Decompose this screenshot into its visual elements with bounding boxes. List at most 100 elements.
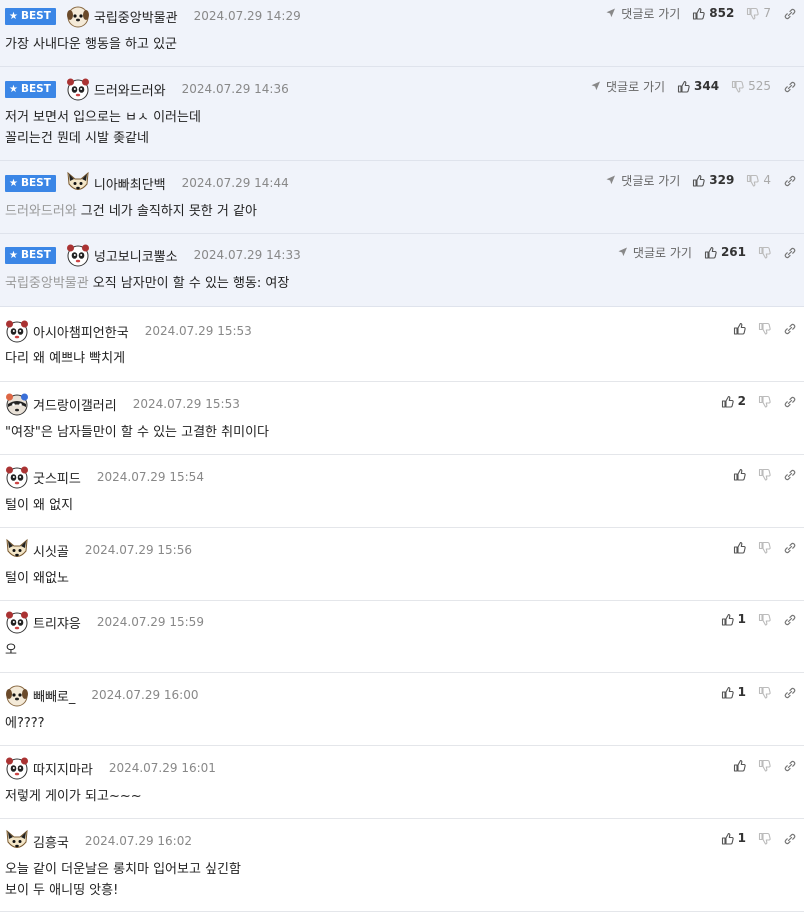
dislike-button[interactable] bbox=[758, 686, 771, 699]
thumbs-up-glyph bbox=[677, 80, 690, 93]
dislike-button[interactable]: 7 bbox=[746, 6, 771, 20]
author-nickname[interactable]: 트리쟈응 bbox=[33, 613, 81, 632]
copy-link-icon[interactable] bbox=[783, 246, 796, 259]
panda-face-avatar[interactable] bbox=[5, 756, 29, 780]
comment-item: ★ BEST 드러와드러와 2024.07.29 14:36 댓글로 가기 344 525 저… bbox=[0, 67, 804, 161]
comment-body: 오늘 같이 더운날은 롱치마 입어보고 싶긴함 보이 두 애니띵 앗흥! bbox=[5, 859, 794, 901]
copy-link-icon[interactable] bbox=[783, 395, 796, 408]
copy-link-icon[interactable] bbox=[783, 468, 796, 481]
author-nickname[interactable]: 넝고보니코뿔소 bbox=[94, 246, 178, 265]
like-button[interactable]: 1 bbox=[721, 685, 746, 699]
like-button[interactable]: 2 bbox=[721, 394, 746, 408]
fox-face-avatar[interactable] bbox=[5, 538, 29, 562]
dog-face-avatar[interactable] bbox=[66, 4, 90, 28]
dislike-button[interactable] bbox=[758, 322, 771, 335]
like-button[interactable] bbox=[733, 759, 746, 772]
panda-face-avatar[interactable] bbox=[5, 610, 29, 634]
copy-link-icon[interactable] bbox=[783, 541, 796, 554]
copy-link-icon[interactable] bbox=[783, 80, 796, 93]
comment-header: ★ BEST 니아빠최단백 2024.07.29 14:44 bbox=[5, 171, 289, 195]
thumbs-down-icon bbox=[758, 541, 771, 554]
dislike-button[interactable] bbox=[758, 246, 771, 259]
thumbs-down-glyph bbox=[747, 7, 760, 20]
comment-actions bbox=[733, 463, 796, 485]
panda-face-avatar-image bbox=[6, 320, 28, 343]
like-button[interactable]: 852 bbox=[692, 6, 734, 20]
dislike-button[interactable] bbox=[758, 832, 771, 845]
thumbs-up-icon bbox=[692, 7, 705, 20]
thumbs-up-glyph bbox=[721, 395, 734, 408]
panda-face-avatar[interactable] bbox=[66, 77, 90, 101]
goto-comment-link[interactable]: 댓글로 가기 bbox=[617, 244, 692, 261]
dog-face-avatar[interactable] bbox=[5, 683, 29, 707]
like-button[interactable]: 261 bbox=[704, 245, 746, 259]
comment-header: 겨드랑이갤러리 2024.07.29 15:53 bbox=[5, 392, 240, 416]
goto-comment-link[interactable]: 댓글로 가기 bbox=[590, 78, 665, 95]
comment-text: 다리 왜 예쁘냐 빡치게 bbox=[5, 351, 126, 366]
best-badge: ★ BEST bbox=[5, 174, 56, 192]
author-nickname[interactable]: 니아빠최단백 bbox=[94, 174, 166, 193]
mention-tag[interactable]: 드러와드러와 bbox=[5, 204, 77, 219]
mention-tag[interactable]: 국립중앙박물관 bbox=[5, 276, 89, 291]
best-badge-label: BEST bbox=[20, 83, 51, 95]
copy-link-icon[interactable] bbox=[783, 832, 796, 845]
author-nickname[interactable]: 굿스피드 bbox=[33, 468, 81, 487]
dislike-button[interactable]: 4 bbox=[746, 173, 771, 187]
panda-face-avatar[interactable] bbox=[66, 243, 90, 267]
dislike-button[interactable] bbox=[758, 759, 771, 772]
dislike-button[interactable] bbox=[758, 468, 771, 481]
copy-link-icon[interactable] bbox=[783, 322, 796, 335]
thumbs-down-icon bbox=[758, 686, 771, 699]
like-count: 2 bbox=[737, 394, 746, 408]
comment-date: 2024.07.29 15:54 bbox=[96, 470, 204, 484]
copy-link-icon[interactable] bbox=[783, 759, 796, 772]
like-button[interactable]: 1 bbox=[721, 831, 746, 845]
author-nickname[interactable]: 김흥국 bbox=[33, 832, 69, 851]
goto-comment-label: 댓글로 가기 bbox=[632, 245, 692, 260]
dislike-button[interactable] bbox=[758, 613, 771, 626]
author-nickname[interactable]: 드러와드러와 bbox=[94, 80, 166, 99]
dislike-button[interactable] bbox=[758, 541, 771, 554]
fox-face-avatar[interactable] bbox=[66, 171, 90, 195]
copy-link-icon[interactable] bbox=[783, 174, 796, 187]
copy-link-icon[interactable] bbox=[783, 7, 796, 20]
dislike-button[interactable]: 525 bbox=[731, 79, 771, 93]
goto-comment-link[interactable]: 댓글로 가기 bbox=[605, 5, 680, 22]
like-button[interactable]: 344 bbox=[677, 79, 719, 93]
link-glyph bbox=[784, 396, 796, 407]
author-nickname[interactable]: 빼빼로_ bbox=[33, 686, 75, 705]
comment-actions bbox=[733, 317, 796, 339]
like-button[interactable]: 329 bbox=[692, 173, 734, 187]
comment-text: 에???? bbox=[5, 716, 45, 731]
author-nickname[interactable]: 겨드랑이갤러리 bbox=[33, 395, 117, 414]
thumbs-up-icon bbox=[733, 541, 746, 554]
dislike-button[interactable] bbox=[758, 395, 771, 408]
comment-item: 빼빼로_ 2024.07.29 16:00 1 에???? bbox=[0, 673, 804, 746]
panda-face-avatar[interactable] bbox=[5, 465, 29, 489]
thumbs-up-icon bbox=[733, 759, 746, 772]
comment-header: 트리쟈응 2024.07.29 15:59 bbox=[5, 610, 204, 634]
author-nickname[interactable]: 시싯골 bbox=[33, 541, 69, 560]
thumbs-down-icon bbox=[758, 468, 771, 481]
author-nickname[interactable]: 따지지마라 bbox=[33, 759, 93, 778]
comment-actions: 댓글로 가기 329 4 bbox=[605, 169, 796, 191]
comment-actions: 댓글로 가기 261 bbox=[617, 241, 796, 263]
thumbs-down-icon bbox=[731, 80, 744, 93]
author-nickname[interactable]: 국립중앙박물관 bbox=[94, 7, 178, 26]
comment-body: 오 bbox=[5, 640, 794, 661]
fox-face-avatar[interactable] bbox=[5, 829, 29, 853]
copy-link-icon[interactable] bbox=[783, 686, 796, 699]
like-button[interactable] bbox=[733, 541, 746, 554]
like-button[interactable]: 1 bbox=[721, 612, 746, 626]
like-count: 852 bbox=[709, 6, 735, 20]
raccoon-face-avatar[interactable] bbox=[5, 392, 29, 416]
link-glyph bbox=[784, 687, 796, 698]
copy-link-icon[interactable] bbox=[783, 613, 796, 626]
like-button[interactable] bbox=[733, 322, 746, 335]
goto-comment-link[interactable]: 댓글로 가기 bbox=[605, 172, 680, 189]
panda-face-avatar[interactable] bbox=[5, 319, 29, 343]
author-nickname[interactable]: 아시아챔피언한국 bbox=[33, 322, 129, 341]
like-button[interactable] bbox=[733, 468, 746, 481]
thumbs-up-icon bbox=[721, 832, 734, 845]
link-glyph bbox=[784, 760, 796, 771]
